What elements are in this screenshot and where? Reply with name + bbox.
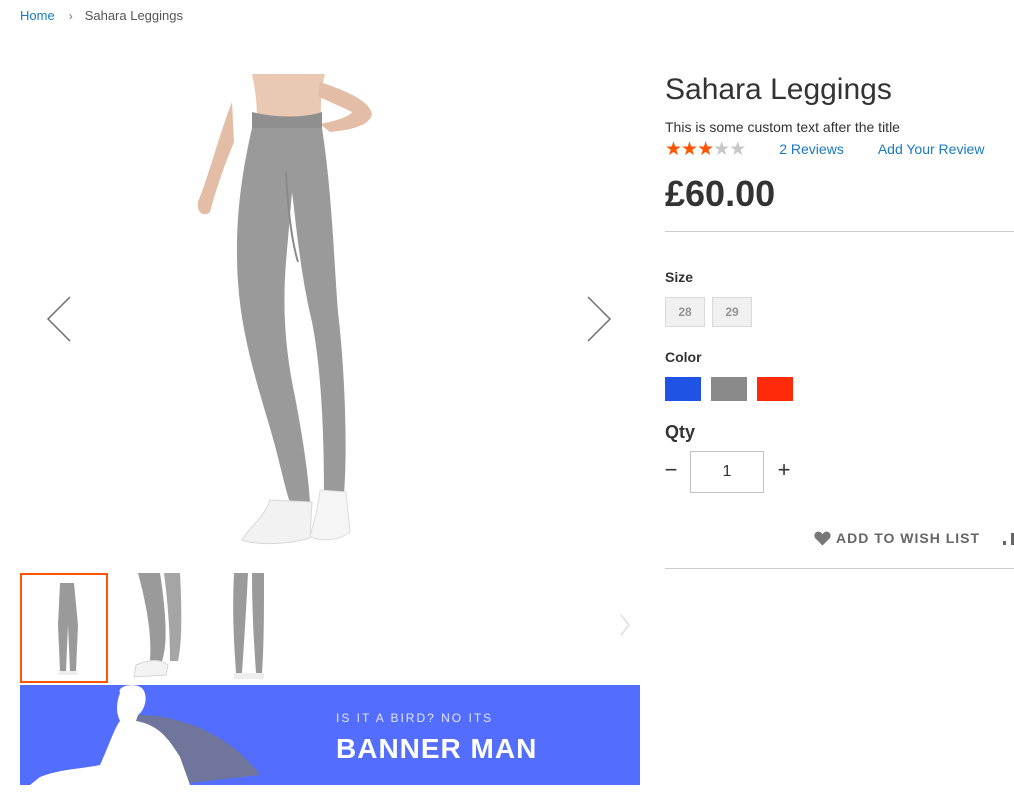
thumbnail-2[interactable] [116,573,204,683]
promo-banner[interactable]: IS IT A BIRD? NO ITS BANNER MAN [20,685,640,785]
rating-stars: ★ ★ ★ ★ ★ [665,138,746,161]
thumbnail-image [233,573,264,679]
qty-label: Qty [665,422,696,442]
product-custom-text: This is some custom text after the title [665,119,900,135]
thumbnail-next-icon[interactable] [618,613,632,637]
star-empty-icon: ★ [729,138,746,160]
heart-icon [814,531,831,545]
gallery-prev-arrow-icon[interactable] [44,294,74,344]
reviews-link[interactable]: 2 Reviews [779,141,844,157]
product-gallery[interactable] [20,62,640,567]
breadcrumb-separator: › [68,8,73,23]
size-swatch-28[interactable]: 28 [665,297,705,327]
wishlist-label: ADD TO WISH LIST [836,530,981,546]
qty-increase-button[interactable]: + [774,458,794,484]
superhero-silhouette-icon [30,685,260,785]
breadcrumb-current: Sahara Leggings [84,8,183,23]
color-label: Color [665,349,702,365]
compare-icon[interactable] [1003,531,1014,545]
divider [665,231,1014,232]
size-label: Size [665,269,694,285]
breadcrumb: Home › Sahara Leggings [20,8,183,23]
thumbnail-image [58,583,78,675]
banner-kicker: IS IT A BIRD? NO ITS [336,711,494,725]
color-swatch-blue[interactable] [665,377,701,401]
color-swatch-red[interactable] [757,377,793,401]
star-empty-icon: ★ [713,138,730,160]
qty-input[interactable] [690,451,764,493]
star-icon: ★ [681,138,698,160]
thumbnail-strip [20,573,640,683]
thumbnail-1[interactable] [20,573,108,683]
review-summary: ★ ★ ★ ★ ★ 2 Reviews Add Your Review [665,138,1014,161]
thumbnail-3[interactable] [208,573,296,683]
color-swatch-gray[interactable] [711,377,747,401]
add-to-wishlist-button[interactable]: ADD TO WISH LIST [814,530,980,546]
thumbnail-image [133,573,182,678]
size-swatch-29[interactable]: 29 [712,297,752,327]
add-review-link[interactable]: Add Your Review [878,141,985,157]
divider [665,568,1014,569]
banner-headline: BANNER MAN [336,733,538,764]
star-icon: ★ [665,138,682,160]
product-title: Sahara Leggings [665,73,892,106]
breadcrumb-home-link[interactable]: Home [20,8,55,23]
product-price: £60.00 [665,173,776,214]
star-icon: ★ [697,138,714,160]
product-main-image [197,74,372,545]
gallery-next-arrow-icon[interactable] [584,294,614,344]
qty-decrease-button[interactable]: − [661,458,681,484]
product-info: Sahara Leggings This is some custom text… [665,70,1014,214]
